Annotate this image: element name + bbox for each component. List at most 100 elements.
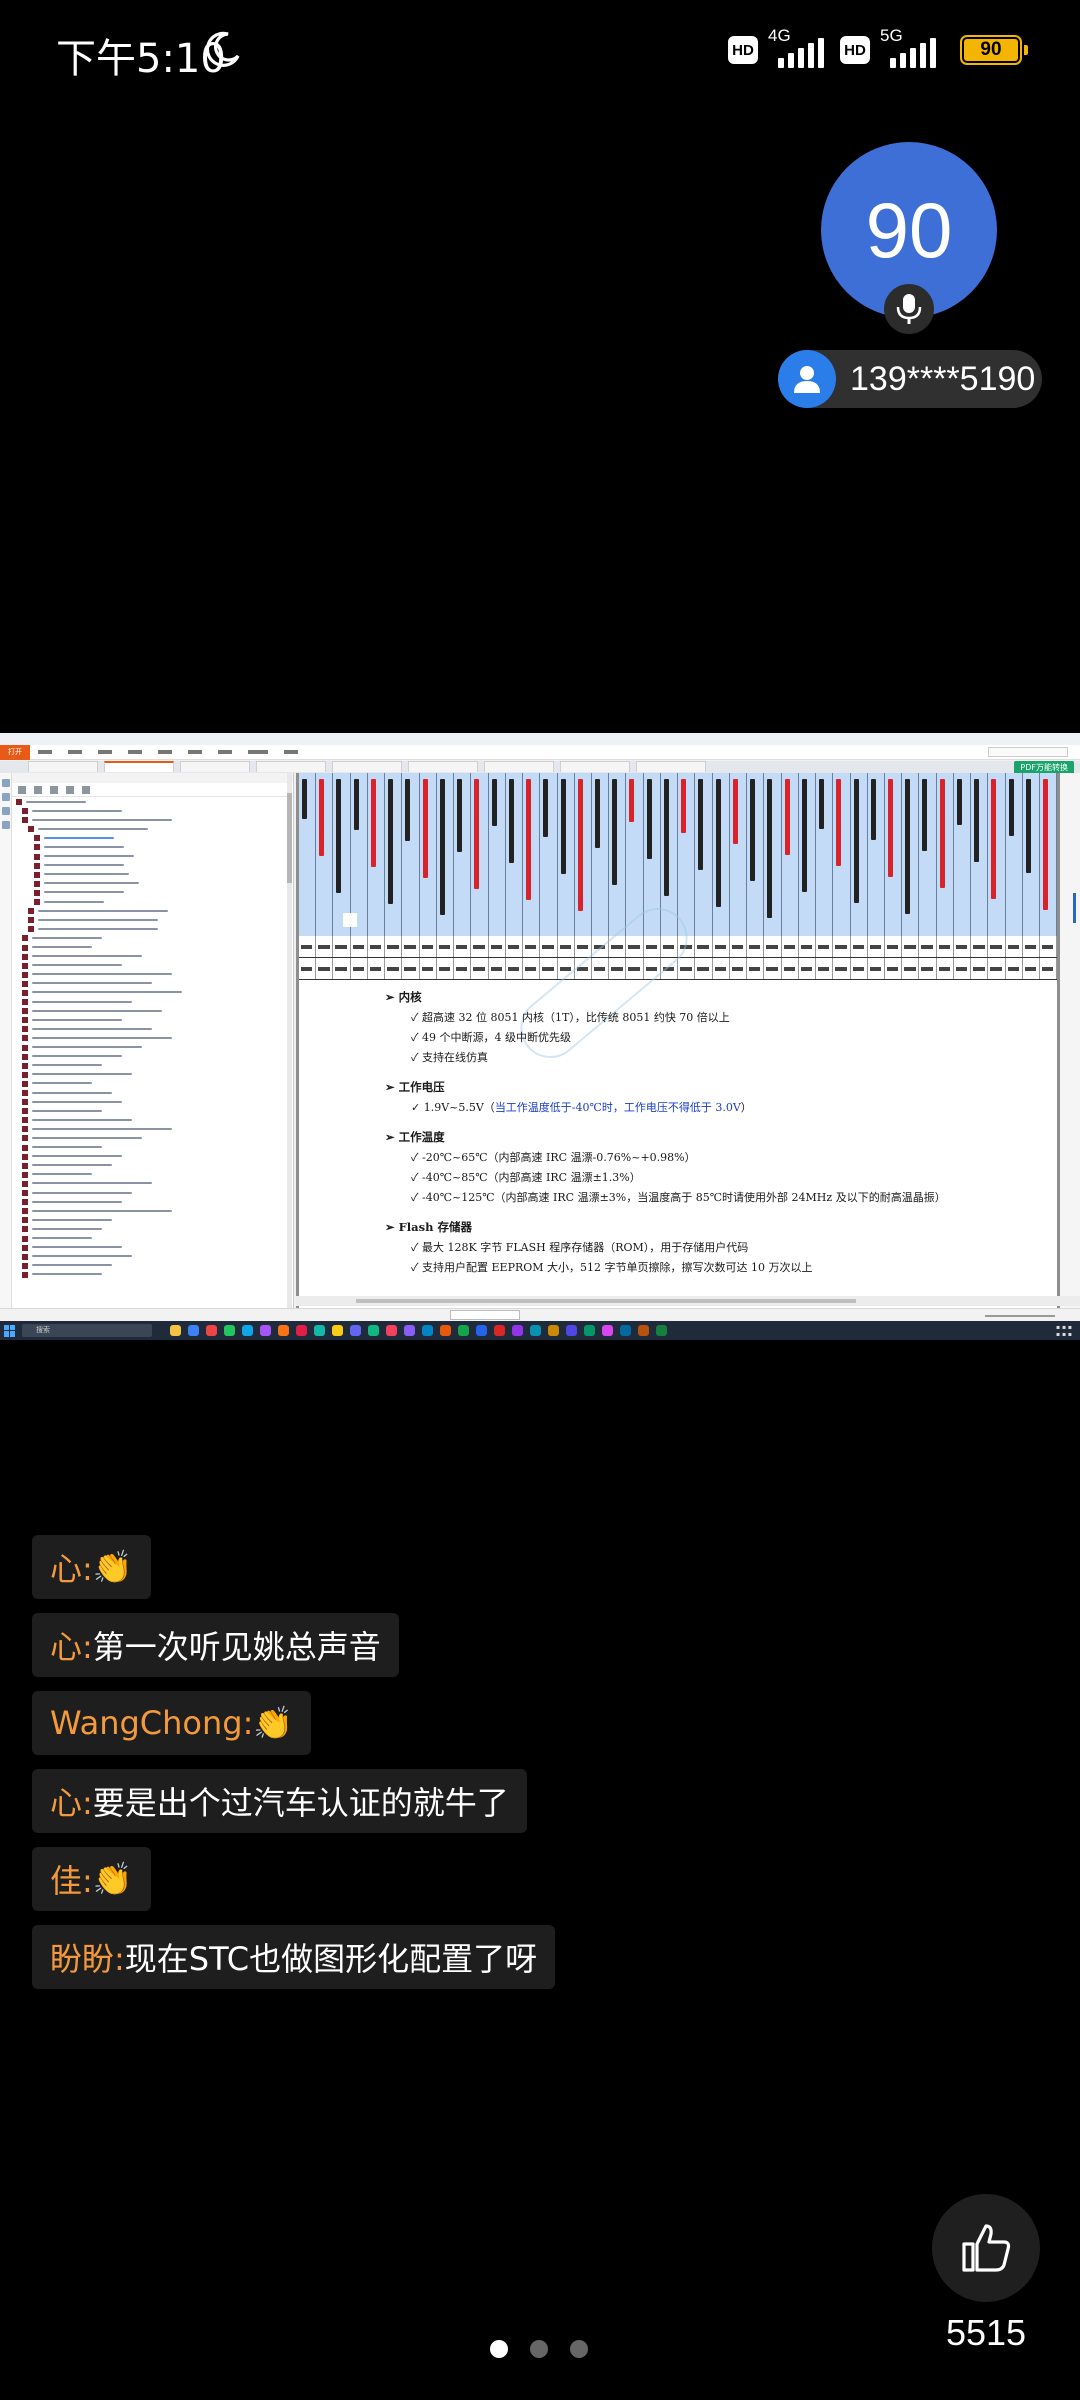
bookmark-item[interactable] xyxy=(12,1006,293,1015)
document-tab[interactable] xyxy=(560,761,630,772)
bookmark-item[interactable] xyxy=(12,879,293,888)
windows-start-icon[interactable] xyxy=(4,1324,16,1337)
search-input[interactable] xyxy=(988,747,1068,757)
bookmark-item[interactable] xyxy=(12,888,293,897)
bookmark-item[interactable] xyxy=(12,1015,293,1024)
taskbar-app-icon[interactable] xyxy=(494,1325,505,1336)
taskbar-app-icon[interactable] xyxy=(620,1325,631,1336)
bookmark-item[interactable] xyxy=(12,1170,293,1179)
bookmark-item[interactable] xyxy=(12,1188,293,1197)
document-tab[interactable] xyxy=(28,761,98,772)
bookmark-item[interactable] xyxy=(12,1179,293,1188)
bookmark-item[interactable] xyxy=(12,906,293,915)
taskbar-app-icon[interactable] xyxy=(566,1325,577,1336)
bookmark-item[interactable] xyxy=(12,806,293,815)
bookmark-item[interactable] xyxy=(12,1197,293,1206)
bookmark-item[interactable] xyxy=(12,924,293,933)
taskbar-app-icon[interactable] xyxy=(530,1325,541,1336)
taskbar-app-icon[interactable] xyxy=(422,1325,433,1336)
bookmark-item[interactable] xyxy=(12,1024,293,1033)
taskbar-app-icon[interactable] xyxy=(296,1325,307,1336)
page-dot[interactable] xyxy=(490,2340,508,2358)
taskbar-app-icon[interactable] xyxy=(476,1325,487,1336)
bookmark-item[interactable] xyxy=(12,870,293,879)
bookmark-item[interactable] xyxy=(12,1088,293,1097)
bookmark-item[interactable] xyxy=(12,1206,293,1215)
document-tab[interactable] xyxy=(332,761,402,772)
document-tab[interactable] xyxy=(104,761,174,772)
page-dot[interactable] xyxy=(570,2340,588,2358)
zoom-slider[interactable] xyxy=(985,1315,1055,1317)
taskbar-app-icon[interactable] xyxy=(224,1325,235,1336)
taskbar-app-icon[interactable] xyxy=(602,1325,613,1336)
bookmark-item[interactable] xyxy=(12,1133,293,1142)
bookmark-item[interactable] xyxy=(12,1161,293,1170)
bookmark-item[interactable] xyxy=(12,943,293,952)
taskbar-app-icon[interactable] xyxy=(242,1325,253,1336)
document-tab[interactable] xyxy=(256,761,326,772)
document-tab[interactable] xyxy=(484,761,554,772)
horizontal-scrollbar[interactable] xyxy=(296,1296,1080,1306)
bookmark-item[interactable] xyxy=(12,797,293,806)
open-menu[interactable]: 打开 xyxy=(0,744,30,760)
bookmark-item[interactable] xyxy=(12,1243,293,1252)
taskbar-app-icon[interactable] xyxy=(278,1325,289,1336)
bookmark-item[interactable] xyxy=(12,1224,293,1233)
taskbar-app-icon[interactable] xyxy=(332,1325,343,1336)
bookmark-item[interactable] xyxy=(12,1143,293,1152)
bookmark-item[interactable] xyxy=(12,1252,293,1261)
bookmark-item[interactable] xyxy=(12,979,293,988)
taskbar-app-icon[interactable] xyxy=(314,1325,325,1336)
bookmark-item[interactable] xyxy=(12,833,293,842)
bookmark-item[interactable] xyxy=(12,1061,293,1070)
taskbar-app-icon[interactable] xyxy=(188,1325,199,1336)
bookmark-item[interactable] xyxy=(12,1079,293,1088)
bookmark-item[interactable] xyxy=(12,1152,293,1161)
bookmark-item[interactable] xyxy=(12,1261,293,1270)
bookmark-item[interactable] xyxy=(12,1215,293,1224)
bookmark-item[interactable] xyxy=(12,861,293,870)
bookmark-item[interactable] xyxy=(12,970,293,979)
bookmark-item[interactable] xyxy=(12,897,293,906)
document-tab[interactable] xyxy=(180,761,250,772)
bookmark-item[interactable] xyxy=(12,1052,293,1061)
bookmark-item[interactable] xyxy=(12,1033,293,1042)
taskbar-search[interactable]: 搜索 xyxy=(22,1324,152,1337)
bookmark-item[interactable] xyxy=(12,824,293,833)
bookmark-item[interactable] xyxy=(12,1043,293,1052)
bookmark-item[interactable] xyxy=(12,933,293,942)
scrollbar[interactable] xyxy=(1060,773,1080,1308)
taskbar-app-icon[interactable] xyxy=(206,1325,217,1336)
taskbar-app-icon[interactable] xyxy=(368,1325,379,1336)
microphone-icon[interactable] xyxy=(884,284,934,334)
scrollbar[interactable] xyxy=(287,773,292,1308)
taskbar-app-icon[interactable] xyxy=(458,1325,469,1336)
taskbar-app-icon[interactable] xyxy=(404,1325,415,1336)
taskbar-app-icon[interactable] xyxy=(638,1325,649,1336)
bookmark-item[interactable] xyxy=(12,961,293,970)
bookmark-item[interactable] xyxy=(12,952,293,961)
caller-pill[interactable]: 139****5190 xyxy=(778,350,1042,408)
taskbar-app-icon[interactable] xyxy=(548,1325,559,1336)
bookmark-item[interactable] xyxy=(12,1124,293,1133)
bookmark-item[interactable] xyxy=(12,1070,293,1079)
document-tab[interactable] xyxy=(408,761,478,772)
bookmark-item[interactable] xyxy=(12,1097,293,1106)
bookmark-item[interactable] xyxy=(12,852,293,861)
taskbar-app-icon[interactable] xyxy=(584,1325,595,1336)
like-button[interactable] xyxy=(932,2194,1040,2302)
taskbar-app-icon[interactable] xyxy=(512,1325,523,1336)
bookmark-item[interactable] xyxy=(12,1270,293,1279)
document-tab[interactable] xyxy=(636,761,706,772)
page-dot[interactable] xyxy=(530,2340,548,2358)
bookmark-item[interactable] xyxy=(12,997,293,1006)
bookmark-item[interactable] xyxy=(12,988,293,997)
taskbar-app-icon[interactable] xyxy=(350,1325,361,1336)
taskbar-app-icon[interactable] xyxy=(170,1325,181,1336)
taskbar-app-icon[interactable] xyxy=(260,1325,271,1336)
bookmark-item[interactable] xyxy=(12,1106,293,1115)
taskbar-app-icon[interactable] xyxy=(656,1325,667,1336)
bookmark-item[interactable] xyxy=(12,1234,293,1243)
taskbar-app-icon[interactable] xyxy=(386,1325,397,1336)
page-number-field[interactable] xyxy=(450,1310,520,1320)
